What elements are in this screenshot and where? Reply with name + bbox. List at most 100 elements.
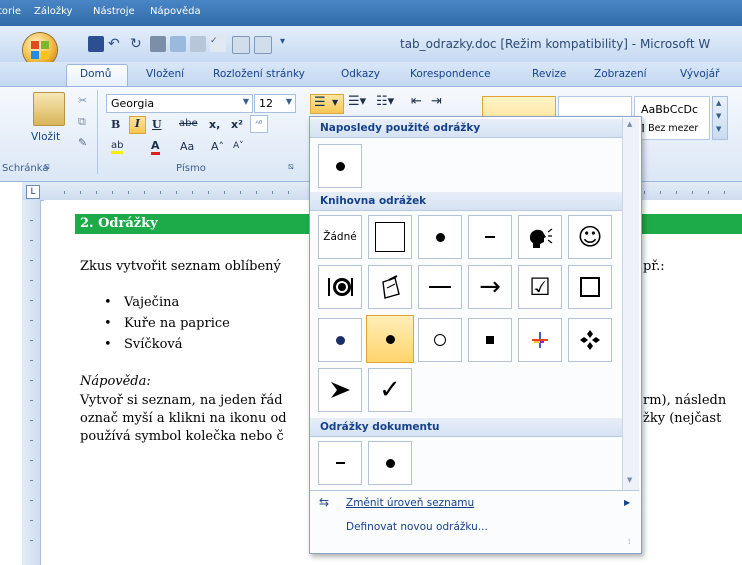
bullet-recent-dot[interactable] xyxy=(318,144,362,188)
intro-text-end[interactable]: př.: xyxy=(643,259,665,274)
menu-history[interactable]: torie xyxy=(0,6,21,17)
list-item-2[interactable]: Kuře na paprice xyxy=(124,316,230,331)
print-preview-icon[interactable] xyxy=(170,36,186,52)
clear-formatting-icon[interactable]: ᴬᴮ xyxy=(250,115,268,133)
redo-icon[interactable]: ↻ xyxy=(130,36,146,52)
shrink-font-button[interactable]: A˅ xyxy=(233,141,244,151)
customize-toolbar-icon[interactable]: ▾ xyxy=(280,36,296,52)
superscript-button[interactable]: x² xyxy=(231,118,243,131)
dining-icon xyxy=(328,278,353,296)
bullet-square-filled[interactable] xyxy=(468,318,512,362)
menu-help[interactable]: Nápověda xyxy=(150,6,201,17)
strikethrough-button[interactable]: abe xyxy=(179,118,198,129)
bullet-doc-dot[interactable] xyxy=(368,441,412,485)
subscript-button[interactable]: x, xyxy=(209,118,220,131)
help-line-3[interactable]: používá symbol kolečka nebo č xyxy=(80,429,284,444)
define-new-bullet-item[interactable]: Definovat novou odrážku... xyxy=(346,521,488,533)
undo-icon[interactable]: ↶ xyxy=(108,36,124,52)
help-line-2[interactable]: označ myší a klikni na ikonu od xyxy=(80,411,287,426)
bullet-speaker-head[interactable] xyxy=(518,215,562,259)
scroll-down-icon[interactable]: ▼ xyxy=(627,476,632,484)
tab-insert[interactable]: Vložení xyxy=(146,68,184,80)
dot-bullet-icon xyxy=(385,334,395,344)
change-list-level-item[interactable]: Změnit úroveň seznamu xyxy=(346,497,474,509)
font-size-box[interactable]: 12 ▼ xyxy=(254,94,296,113)
styles-scroll[interactable]: ▲ ▼ ▼ xyxy=(712,96,728,140)
bullet-arrowhead[interactable] xyxy=(318,368,362,412)
multilevel-list-icon[interactable]: ☷▾ xyxy=(376,94,394,109)
bullets-dropdown-icon[interactable]: ▼ xyxy=(332,98,338,107)
bullet-dot-medium[interactable] xyxy=(366,315,414,363)
grow-font-button[interactable]: A˄ xyxy=(211,140,224,153)
styles-down-icon[interactable]: ▼ xyxy=(716,112,721,120)
tab-view[interactable]: Zobrazení xyxy=(594,68,647,80)
highlight-button[interactable]: ab xyxy=(111,140,124,154)
window-icon[interactable] xyxy=(254,36,272,54)
bullet-dash[interactable] xyxy=(468,215,512,259)
bullet-color-star[interactable] xyxy=(518,318,562,362)
bullet-hollow-circle[interactable] xyxy=(418,318,462,362)
list-item-3[interactable]: Svíčková xyxy=(124,337,183,352)
tab-selector[interactable]: L xyxy=(26,185,40,199)
tab-review[interactable]: Revize xyxy=(532,68,566,80)
style-no-spacing[interactable]: AaBbCcDc ¶ Bez mezer xyxy=(634,96,710,140)
increase-indent-icon[interactable]: ⇥ xyxy=(431,94,442,109)
font-dialog-icon[interactable]: ⧅ xyxy=(288,162,294,172)
help-title[interactable]: Nápověda: xyxy=(80,374,151,389)
tab-page-layout[interactable]: Rozložení stránky xyxy=(213,68,305,80)
draw-table-icon[interactable] xyxy=(190,36,206,52)
document-heading[interactable]: 2. Odrážky xyxy=(80,216,158,231)
tab-references[interactable]: Odkazy xyxy=(341,68,380,80)
help-line-1-end[interactable]: rm), následn xyxy=(643,393,726,408)
bullet-clipboard-pencil[interactable] xyxy=(368,265,412,309)
resize-grip-icon[interactable]: ⁞ xyxy=(628,537,631,546)
help-line-1[interactable]: Vytvoř si seznam, na jeden řád xyxy=(80,393,283,408)
bullet-arrow[interactable]: → xyxy=(468,265,512,309)
bullets-button[interactable]: ☰ ▼ xyxy=(310,94,344,114)
cut-icon[interactable]: ✂ xyxy=(78,94,87,107)
bullet-blue-dot[interactable] xyxy=(318,318,362,362)
view-icon[interactable] xyxy=(232,36,250,54)
bullet-four-diamonds[interactable] xyxy=(568,318,612,362)
menu-bookmarks[interactable]: Záložky xyxy=(34,6,72,17)
underline-button[interactable]: U xyxy=(152,118,162,131)
intro-text[interactable]: Zkus vytvořit seznam oblíbený xyxy=(80,259,281,274)
font-name-dropdown-icon[interactable]: ▼ xyxy=(243,97,249,106)
bullet-dot-library[interactable] xyxy=(418,215,462,259)
print-icon[interactable] xyxy=(150,36,166,52)
menu-tools[interactable]: Nástroje xyxy=(93,6,135,17)
bullet-long-dash[interactable] xyxy=(418,265,462,309)
panel-scrollbar[interactable]: ▲ ▼ xyxy=(622,118,639,490)
scroll-up-icon[interactable]: ▲ xyxy=(627,120,632,128)
bullet-doc-dash[interactable] xyxy=(318,441,362,485)
tab-mailings[interactable]: Korespondence xyxy=(410,68,491,80)
paste-icon[interactable] xyxy=(33,92,65,126)
bullet-smiley[interactable]: ☺ xyxy=(568,215,612,259)
numbering-icon[interactable]: ☰▾ xyxy=(348,94,366,109)
paste-button[interactable]: Vložit xyxy=(31,131,60,143)
bullet-checkbox[interactable]: ☑ xyxy=(518,265,562,309)
font-color-button[interactable]: A xyxy=(151,139,160,155)
tab-home-label[interactable]: Domů xyxy=(80,68,111,80)
bullet-dining[interactable] xyxy=(318,265,362,309)
bullet-none[interactable]: Žádné xyxy=(318,215,362,259)
tab-developer[interactable]: Vývojář xyxy=(680,68,719,80)
help-line-2-end[interactable]: žky (nejčast xyxy=(643,411,721,426)
styles-more-icon[interactable]: ▼ xyxy=(716,125,721,133)
save-icon[interactable] xyxy=(88,36,104,52)
spelling-icon[interactable]: ✓ xyxy=(210,36,226,52)
clipboard-dialog-icon[interactable]: ⧅ xyxy=(44,162,50,172)
font-size-dropdown-icon[interactable]: ▼ xyxy=(286,97,292,106)
change-case-button[interactable]: Aa xyxy=(180,140,194,153)
copy-icon[interactable]: ⧉ xyxy=(78,115,86,129)
styles-up-icon[interactable]: ▲ xyxy=(716,99,721,107)
font-name-box[interactable]: Georgia ▼ xyxy=(106,94,253,113)
italic-button[interactable]: I xyxy=(129,116,146,134)
format-painter-icon[interactable]: ✎ xyxy=(78,136,87,149)
bullet-checkmark[interactable]: ✓ xyxy=(368,368,412,412)
bullet-large-square[interactable] xyxy=(368,215,412,259)
list-item-1[interactable]: Vaječina xyxy=(124,295,179,310)
decrease-indent-icon[interactable]: ⇤ xyxy=(411,94,422,109)
bold-button[interactable]: B xyxy=(111,118,120,131)
bullet-square-outline[interactable] xyxy=(568,265,612,309)
